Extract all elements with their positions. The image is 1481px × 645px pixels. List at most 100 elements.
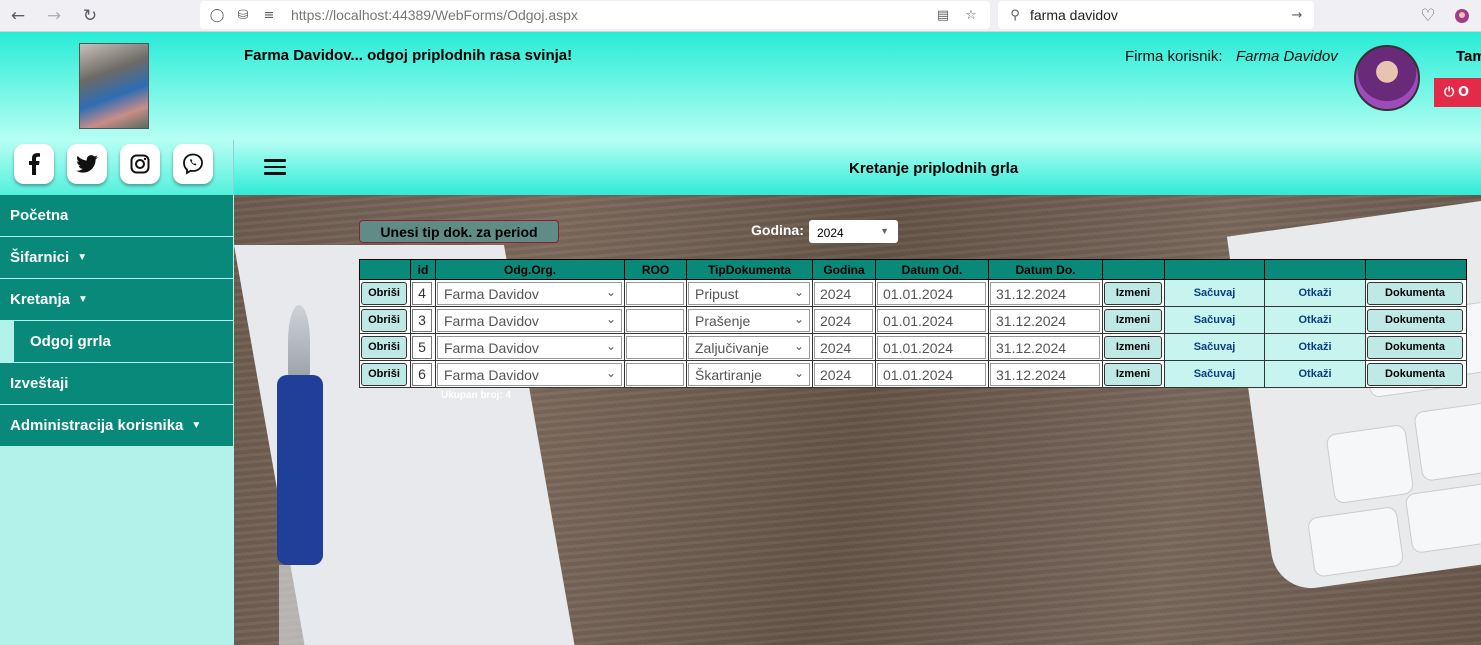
table-row: Obriši 3 Farma Davidov ⌄ Prašenje ⌄ 2024 01.01.… [359, 306, 1467, 334]
cell-godina: 2024 [812, 279, 876, 307]
roo-input[interactable] [626, 308, 684, 332]
sidebar-item-pocetna[interactable]: Početna [0, 195, 233, 236]
reload-icon[interactable]: ↻ [78, 4, 102, 28]
sidebar-item-odgoj-grrla[interactable]: Odgoj grrla [14, 321, 233, 362]
facebook-icon[interactable] [14, 144, 54, 184]
documents-button[interactable]: Dokumenta [1367, 335, 1463, 359]
col-header-datum-do[interactable]: Datum Do. [988, 259, 1103, 280]
date-to-input[interactable]: 31.12.2024 [990, 281, 1100, 305]
edit-button[interactable]: Izmeni [1104, 335, 1162, 359]
cell-roo [624, 306, 687, 334]
delete-button[interactable]: Obriši [361, 281, 407, 305]
search-bar[interactable]: ⚲ farma davidov → [998, 1, 1314, 29]
shield-icon[interactable]: ◯ [208, 7, 226, 23]
doc-type-select[interactable]: Pripust ⌄ [688, 281, 810, 305]
col-header-godina[interactable]: Godina [812, 259, 876, 280]
col-header-roo[interactable]: ROO [624, 259, 687, 280]
logout-button[interactable]: ⏻ O [1434, 78, 1481, 107]
roo-input[interactable] [626, 335, 684, 359]
cell-org: Farma Davidov ⌄ [435, 360, 625, 388]
sidebar: Početna Šifarnici ▼ Kretanja ▼ Odgoj grr… [0, 195, 234, 645]
cell-docs: Dokumenta [1365, 360, 1467, 388]
enter-doc-type-button[interactable]: Unesi tip dok. za period [359, 220, 559, 243]
documents-button[interactable]: Dokumenta [1367, 362, 1463, 386]
search-text[interactable]: farma davidov [1030, 7, 1118, 23]
org-select[interactable]: Farma Davidov ⌄ [437, 335, 622, 359]
col-header-id[interactable]: id [410, 259, 436, 280]
cell-tip: Zaljučivanje ⌄ [686, 333, 813, 361]
cell-org: Farma Davidov ⌄ [435, 333, 625, 361]
pocket-icon[interactable]: ♡ [1416, 4, 1440, 28]
cell-id: 5 [410, 333, 436, 361]
col-header-tip[interactable]: TipDokumenta [686, 259, 813, 280]
date-from-input[interactable]: 01.01.2024 [877, 308, 986, 332]
date-to-input[interactable]: 31.12.2024 [990, 335, 1100, 359]
doc-type-select[interactable]: Zaljučivanje ⌄ [688, 335, 810, 359]
save-link[interactable]: Sačuvaj [1164, 360, 1265, 388]
account-avatar-icon[interactable] [1450, 4, 1474, 28]
date-from-input[interactable]: 01.01.2024 [877, 335, 986, 359]
viber-icon[interactable] [173, 144, 213, 184]
edit-button[interactable]: Izmeni [1104, 362, 1162, 386]
cell-tip: Pripust ⌄ [686, 279, 813, 307]
save-link[interactable]: Sačuvaj [1164, 333, 1265, 361]
edit-button[interactable]: Izmeni [1104, 308, 1162, 332]
delete-button[interactable]: Obriši [361, 362, 407, 386]
permissions-icon[interactable]: ≡ [260, 7, 278, 23]
org-select[interactable]: Farma Davidov ⌄ [437, 281, 622, 305]
instagram-icon[interactable] [120, 144, 160, 184]
hamburger-menu-icon[interactable] [264, 159, 286, 175]
go-arrow-icon[interactable]: → [1288, 7, 1306, 23]
address-bar[interactable]: ◯ ⛁ ≡ https://localhost:44389/WebForms/O… [200, 1, 990, 29]
date-to-input[interactable]: 31.12.2024 [990, 362, 1100, 386]
doc-type-value: Prašenje [695, 312, 751, 329]
cell-datum-od: 01.01.2024 [875, 306, 989, 334]
sidebar-item-label: Početna [10, 207, 69, 224]
doc-type-select[interactable]: Prašenje ⌄ [688, 308, 810, 332]
cancel-link[interactable]: Otkaži [1264, 360, 1366, 388]
edit-button[interactable]: Izmeni [1104, 281, 1162, 305]
twitter-icon[interactable] [67, 144, 107, 184]
cell-datum-do: 31.12.2024 [988, 360, 1103, 388]
sidebar-item-izvestaji[interactable]: Izveštaji [0, 363, 233, 404]
forward-arrow-icon[interactable]: → [42, 4, 66, 28]
org-select[interactable]: Farma Davidov ⌄ [437, 362, 622, 386]
back-arrow-icon[interactable]: ← [6, 4, 30, 28]
cancel-link[interactable]: Otkaži [1264, 306, 1366, 334]
roo-input[interactable] [626, 362, 684, 386]
sidebar-item-sifarnici[interactable]: Šifarnici ▼ [0, 237, 233, 278]
documents-button[interactable]: Dokumenta [1367, 281, 1463, 305]
date-from-input[interactable]: 01.01.2024 [877, 281, 986, 305]
sidebar-item-label: Izveštaji [10, 375, 69, 392]
col-header-cancel [1264, 259, 1366, 280]
year-input[interactable]: 2024 [814, 335, 873, 359]
cancel-link[interactable]: Otkaži [1264, 279, 1366, 307]
col-header-datum-od[interactable]: Datum Od. [875, 259, 989, 280]
lock-icon[interactable]: ⛁ [234, 7, 252, 23]
bookmark-star-icon[interactable]: ☆ [962, 7, 980, 23]
save-link[interactable]: Sačuvaj [1164, 306, 1265, 334]
org-select[interactable]: Farma Davidov ⌄ [437, 308, 622, 332]
date-from-input[interactable]: 01.01.2024 [877, 362, 986, 386]
delete-button[interactable]: Obriši [361, 335, 407, 359]
pen-tip-decoration [288, 305, 310, 377]
sidebar-item-administracija[interactable]: Administracija korisnika ▼ [0, 405, 233, 446]
save-link[interactable]: Sačuvaj [1164, 279, 1265, 307]
delete-button[interactable]: Obriši [361, 308, 407, 332]
url-text[interactable]: https://localhost:44389/WebForms/Odgoj.a… [291, 7, 578, 23]
date-to-input[interactable]: 31.12.2024 [990, 308, 1100, 332]
cell-delete: Obriši [359, 333, 411, 361]
cell-delete: Obriši [359, 279, 411, 307]
documents-button[interactable]: Dokumenta [1367, 308, 1463, 332]
year-input[interactable]: 2024 [814, 362, 873, 386]
year-input[interactable]: 2024 [814, 281, 873, 305]
year-select[interactable]: 2024 ▼ [809, 220, 898, 243]
cell-roo [624, 360, 687, 388]
doc-type-select[interactable]: Škartiranje ⌄ [688, 362, 810, 386]
sidebar-item-kretanja[interactable]: Kretanja ▼ [0, 279, 233, 320]
year-input[interactable]: 2024 [814, 308, 873, 332]
cancel-link[interactable]: Otkaži [1264, 333, 1366, 361]
col-header-org[interactable]: Odg.Org. [435, 259, 625, 280]
reader-view-icon[interactable]: ▤ [934, 7, 952, 23]
roo-input[interactable] [626, 281, 684, 305]
